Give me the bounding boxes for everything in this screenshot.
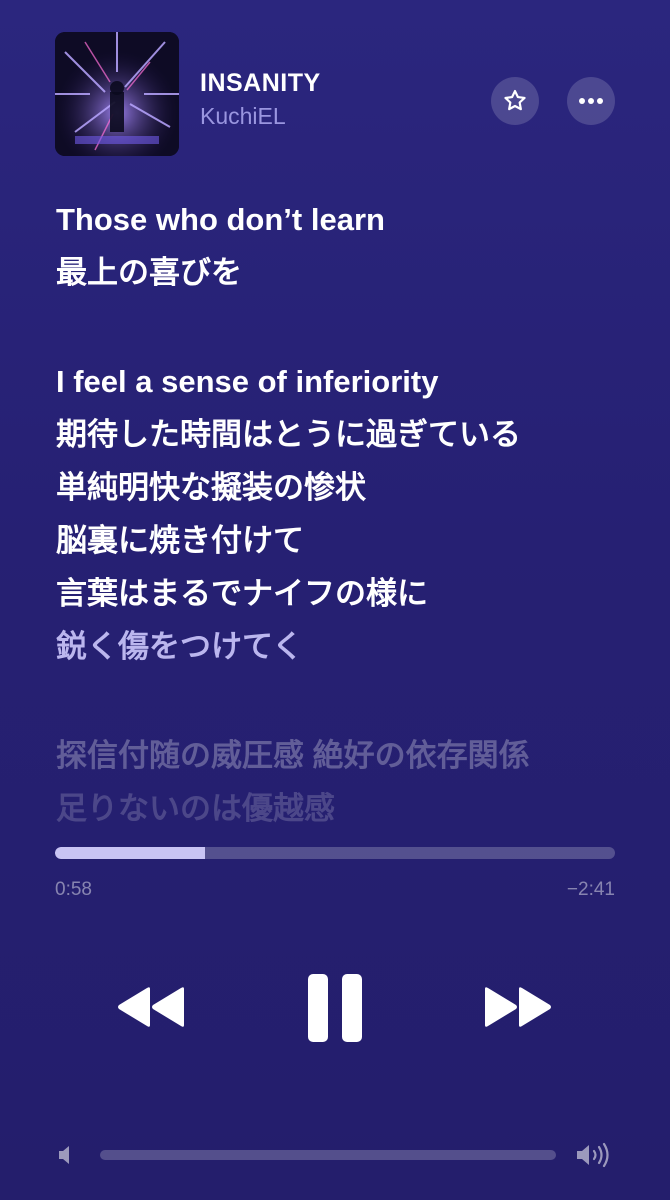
lyric-line[interactable]: 鋭く傷をつけてく [56,620,646,673]
rewind-button[interactable] [116,985,186,1029]
rewind-icon [118,987,184,1027]
more-options-button[interactable] [567,77,615,125]
now-playing-header: INSANITY KuchiEL [55,32,615,156]
pause-button[interactable] [306,973,364,1043]
playback-controls [0,970,670,1046]
pause-icon [308,974,362,1042]
star-icon [504,89,526,111]
lyric-line[interactable]: 単純明快な擬装の惨状 [56,461,646,514]
volume-slider[interactable] [100,1150,556,1160]
ellipsis-icon [579,98,603,104]
lyric-line[interactable]: 脳裏に焼き付けて [56,514,646,567]
lyric-line[interactable]: I feel a sense of inferiority [56,355,646,408]
lyric-line[interactable]: Those who don’t learn [56,193,646,246]
fast-forward-icon [485,987,551,1027]
speaker-high-icon [575,1142,613,1173]
lyric-line[interactable]: 探信付随の威圧感 絶好の依存関係 [56,729,646,782]
track-artist[interactable]: KuchiEL [200,103,286,130]
lyric-spacer [56,673,646,729]
lyric-spacer [56,299,646,355]
lyrics-view[interactable]: Those who don’t learn 最上の喜びを I feel a sens… [56,193,646,835]
remaining-time: −2:41 [566,879,615,900]
track-title: INSANITY [200,69,321,97]
album-artwork[interactable] [55,32,179,156]
volume-control [55,1138,615,1172]
progress-fill [55,847,206,859]
lyric-line[interactable]: 期待した時間はとうに過ぎている [56,408,646,461]
lyric-line[interactable]: 足りないのは優越感 [56,782,646,835]
elapsed-time: 0:58 [55,879,92,900]
fast-forward-button[interactable] [483,985,553,1029]
playback-progress-bar[interactable] [55,847,615,859]
favorite-button[interactable] [491,77,539,125]
speaker-low-icon [57,1144,77,1171]
lyric-line[interactable]: 言葉はまるでナイフの様に [56,567,646,620]
lyric-line[interactable]: 最上の喜びを [56,246,646,299]
